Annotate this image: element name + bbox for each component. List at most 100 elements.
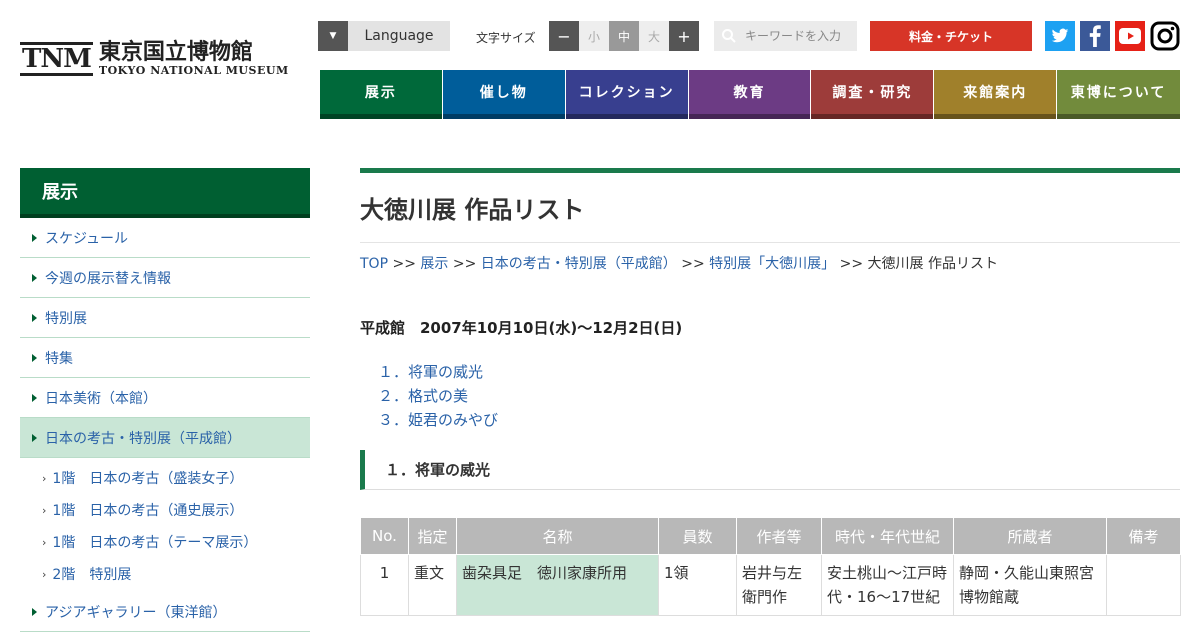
breadcrumb: TOP >> 展示 >> 日本の考古・特別展（平成館） >> 特別展「大徳川展」… xyxy=(360,253,998,273)
cell-name: 歯朶具足 徳川家康所用 xyxy=(456,554,659,616)
language-selector[interactable]: ▼ Language xyxy=(318,21,450,51)
sidebar-item-schedule[interactable]: スケジュール xyxy=(20,218,310,258)
section-heading: １．将軍の威光 xyxy=(360,450,1180,490)
triangle-right-icon xyxy=(32,233,37,242)
section-toc: １．将軍の威光 ２．格式の美 ３．姫君のみやび xyxy=(378,360,498,432)
breadcrumb-top-link[interactable]: TOP xyxy=(360,256,388,272)
table-header-row: No. 指定 名称 員数 作者等 時代・年代世紀 所蔵者 備考 xyxy=(360,517,1181,555)
column-header: 名称 xyxy=(456,517,659,555)
nav-exhibitions[interactable]: 展示 xyxy=(320,70,442,119)
breadcrumb-current: 大徳川展 作品リスト xyxy=(867,256,998,272)
search-box xyxy=(714,21,857,51)
column-header: 備考 xyxy=(1106,517,1181,555)
toc-link-section-3[interactable]: ３．姫君のみやび xyxy=(378,408,498,432)
column-header: 員数 xyxy=(658,517,737,555)
column-header: 作者等 xyxy=(736,517,822,555)
sidebar-item-asian-gallery[interactable]: アジアギャラリー（東洋館） xyxy=(20,592,310,632)
search-input[interactable] xyxy=(743,28,857,44)
twitter-icon[interactable] xyxy=(1045,21,1075,51)
triangle-right-icon xyxy=(32,273,37,282)
sidebar-item-label: 特集 xyxy=(45,350,73,367)
title-divider xyxy=(360,242,1180,243)
nav-collection[interactable]: コレクション xyxy=(565,70,688,119)
sidebar-subitem-2f-special[interactable]: › 2階 特別展 xyxy=(20,558,310,590)
nav-events[interactable]: 催し物 xyxy=(442,70,565,119)
works-table: No. 指定 名称 員数 作者等 時代・年代世紀 所蔵者 備考 1 重文 歯朶具… xyxy=(360,517,1181,616)
cell-owner: 静岡・久能山東照宮博物館蔵 xyxy=(953,554,1107,616)
logo-name-en: TOKYO NATIONAL MUSEUM xyxy=(98,64,289,77)
nav-about[interactable]: 東博について xyxy=(1057,70,1181,119)
global-nav: 展示 催し物 コレクション 教育 調査・研究 来館案内 東博について xyxy=(320,70,1181,119)
triangle-right-icon xyxy=(32,607,37,616)
breadcrumb-separator: >> xyxy=(392,256,416,272)
font-size-medium-button[interactable]: 中 xyxy=(609,21,639,51)
cell-designation: 重文 xyxy=(408,554,457,616)
museum-logo[interactable]: TNM 東京国立博物館 TOKYO NATIONAL MUSEUM xyxy=(20,40,289,77)
sidebar-menu: スケジュール 今週の展示替え情報 特別展 特集 日本美術（本館） 日本の考古・特… xyxy=(20,218,310,632)
sidebar-item-label: 日本美術（本館） xyxy=(45,390,157,407)
sidebar-item-label: 今週の展示替え情報 xyxy=(45,270,171,287)
breadcrumb-special-exhibition-link[interactable]: 特別展「大徳川展」 xyxy=(709,256,835,272)
instagram-icon[interactable] xyxy=(1150,21,1180,51)
chevron-right-icon: › xyxy=(42,471,47,485)
triangle-right-icon xyxy=(32,393,37,402)
triangle-right-icon xyxy=(32,433,37,442)
sidebar-item-label: 特別展 xyxy=(45,310,87,327)
column-header: 時代・年代世紀 xyxy=(821,517,954,555)
font-size-small-button[interactable]: 小 xyxy=(579,21,609,51)
sidebar-item-label: アジアギャラリー（東洋館） xyxy=(45,604,227,621)
toc-link-section-2[interactable]: ２．格式の美 xyxy=(378,384,498,408)
search-icon[interactable] xyxy=(714,21,743,51)
page-title: 大徳川展 作品リスト xyxy=(360,196,585,224)
logo-mark: TNM xyxy=(20,41,93,76)
venue-dates: 平成館 2007年10月10日(水)～12月2日(日) xyxy=(360,319,683,337)
breadcrumb-separator: >> xyxy=(681,256,705,272)
cell-author: 岩井与左衛門作 xyxy=(736,554,822,616)
column-header: 所蔵者 xyxy=(953,517,1107,555)
sidebar-item-japanese-art[interactable]: 日本美術（本館） xyxy=(20,378,310,418)
breadcrumb-separator: >> xyxy=(452,256,477,272)
sidebar-title: 展示 xyxy=(20,168,310,218)
column-header: No. xyxy=(360,517,409,555)
sidebar-item-special-exhibitions[interactable]: 特別展 xyxy=(20,298,310,338)
sidebar-subitem-label: 1階 日本の考古（通史展示） xyxy=(52,503,244,519)
column-header: 指定 xyxy=(408,517,457,555)
title-accent-bar xyxy=(360,168,1180,173)
cell-number: 1 xyxy=(360,554,409,616)
nav-research[interactable]: 調査・研究 xyxy=(811,70,934,119)
sidebar-subitem-1f-history[interactable]: › 1階 日本の考古（通史展示） xyxy=(20,494,310,526)
cell-notes xyxy=(1106,554,1181,616)
font-size-decrease-button[interactable]: − xyxy=(549,21,579,51)
breadcrumb-separator: >> xyxy=(839,256,864,272)
sidebar-subitem-1f-theme[interactable]: › 1階 日本の考古（テーマ展示） xyxy=(20,526,310,558)
sidebar-item-weekly-changes[interactable]: 今週の展示替え情報 xyxy=(20,258,310,298)
sidebar-subitem-label: 2階 特別展 xyxy=(52,567,132,583)
sidebar-item-features[interactable]: 特集 xyxy=(20,338,310,378)
cell-period: 安土桃山～江戸時代・16～17世紀 xyxy=(821,554,954,616)
facebook-icon[interactable] xyxy=(1080,21,1110,51)
sidebar-item-heiseikan[interactable]: 日本の考古・特別展（平成館） xyxy=(20,418,310,458)
logo-name-jp: 東京国立博物館 xyxy=(98,39,253,65)
ticket-button[interactable]: 料金・チケット xyxy=(870,21,1032,51)
breadcrumb-heiseikan-link[interactable]: 日本の考古・特別展（平成館） xyxy=(481,256,677,272)
font-size-increase-button[interactable]: + xyxy=(669,21,699,51)
youtube-icon[interactable] xyxy=(1115,21,1145,51)
font-size-label: 文字サイズ xyxy=(476,31,536,45)
sidebar-subitem-1f-formal-woman[interactable]: › 1階 日本の考古（盛装女子） xyxy=(20,462,310,494)
cell-count: 1領 xyxy=(658,554,737,616)
breadcrumb-exhibitions-link[interactable]: 展示 xyxy=(420,256,448,272)
sidebar-subitem-label: 1階 日本の考古（盛装女子） xyxy=(52,471,244,487)
nav-education[interactable]: 教育 xyxy=(688,70,811,119)
triangle-right-icon xyxy=(32,313,37,322)
sidebar-item-label: 日本の考古・特別展（平成館） xyxy=(45,430,241,447)
chevron-right-icon: › xyxy=(42,567,47,581)
font-size-large-button[interactable]: 大 xyxy=(639,21,669,51)
sidebar-submenu: › 1階 日本の考古（盛装女子） › 1階 日本の考古（通史展示） › 1階 日本の考… xyxy=(20,458,310,592)
nav-visit[interactable]: 来館案内 xyxy=(934,70,1057,119)
toc-link-section-1[interactable]: １．将軍の威光 xyxy=(378,360,498,384)
sidebar-item-label: スケジュール xyxy=(45,230,129,247)
caret-down-icon: ▼ xyxy=(318,21,348,51)
triangle-right-icon xyxy=(32,353,37,362)
sidebar-subitem-label: 1階 日本の考古（テーマ展示） xyxy=(52,535,258,551)
font-size-controls: − 小 中 大 + xyxy=(549,21,699,51)
